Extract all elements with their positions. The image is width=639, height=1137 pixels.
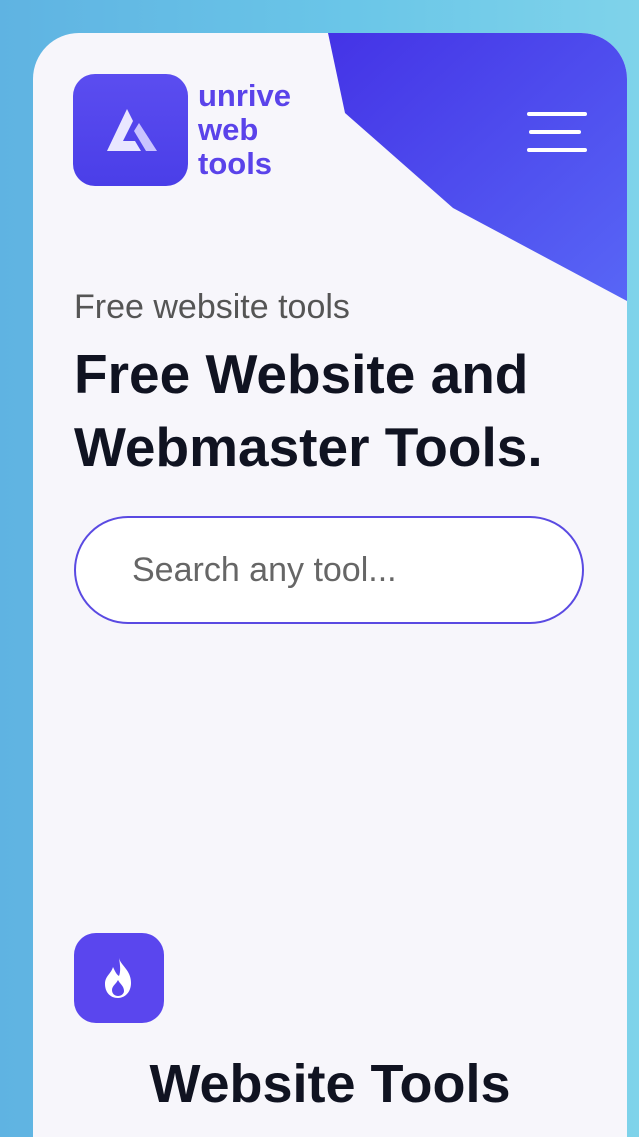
search-box[interactable]: [74, 516, 584, 624]
fire-icon: [74, 933, 164, 1023]
menu-bar-top: [527, 112, 587, 116]
brand-logo[interactable]: unrive web tools: [73, 74, 291, 186]
brand-name-line-2: web: [198, 112, 259, 147]
page-title: Free Website and Webmaster Tools.: [74, 343, 543, 478]
search-input[interactable]: [132, 550, 552, 590]
brand-name-line-3: tools: [198, 146, 273, 181]
triangle-logo-icon: [73, 74, 188, 186]
hero-eyebrow: Free website tools: [74, 288, 350, 326]
menu-bar-middle: [529, 130, 581, 134]
page-frame: unrive web tools Free website tools Free…: [33, 33, 627, 1137]
section-title: Website Tools: [149, 1054, 511, 1114]
brand-name-line-1: unrive: [198, 78, 292, 113]
brand-name: unrive web tools: [198, 79, 291, 181]
hamburger-menu-icon[interactable]: [527, 112, 587, 152]
menu-bar-bottom: [527, 148, 587, 152]
